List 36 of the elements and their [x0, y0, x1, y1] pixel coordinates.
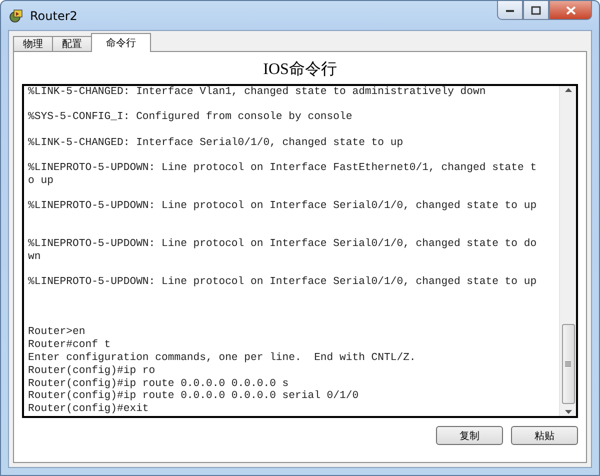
minimize-icon — [505, 7, 515, 13]
grip-icon — [565, 361, 571, 367]
console-line: %LINEPROTO-5-UPDOWN: Line protocol on Interface Serial0/1/0, changed state to up — [28, 276, 538, 289]
console-line: %LINK-5-CHANGED: Interface Vlan1, changed state to administratively down — [28, 86, 487, 99]
console-line: Router(config)#ip ro — [28, 364, 156, 378]
close-icon — [566, 6, 576, 14]
console-line: %LINK-5-CHANGED: Interface Serial0/1/0, changed state to up — [28, 136, 404, 150]
scroll-thumb[interactable] — [562, 324, 574, 404]
console-line: %LINEPROTO-5-UPDOWN: Line protocol on Interface Serial0/1/0, changed state to up — [28, 200, 538, 213]
action-button[interactable]: 粘贴 — [511, 426, 578, 445]
app-icon — [8, 8, 24, 24]
console-line: %LINEPROTO-5-UPDOWN: Line protocol on Interface Serial0/1/0, changed state to do — [28, 238, 538, 251]
scrollbar[interactable] — [559, 86, 576, 416]
maximize-button[interactable] — [523, 1, 549, 20]
scroll-down-icon[interactable] — [564, 410, 572, 414]
tab[interactable]: 配置 — [52, 36, 92, 52]
console-line: Router#conf t — [28, 339, 112, 352]
console-line: Enter configuration commands, one per line. End with CNTL/Z. — [28, 352, 417, 365]
console-line: Router(config)#ip route 0.0.0.0 0.0.0.0 s — [28, 378, 290, 390]
console-line: wn — [28, 250, 42, 264]
maximize-icon — [531, 6, 541, 14]
console-line: %SYS-5-CONFIG_I: Configured from console by console — [28, 111, 354, 124]
console-line: o up — [28, 174, 54, 188]
tab[interactable]: 物理 — [13, 36, 53, 52]
console-line: Router>en — [28, 326, 86, 339]
close-button[interactable] — [549, 1, 592, 20]
tab[interactable]: 命令行 — [91, 33, 151, 52]
window-title: Router2 — [30, 8, 78, 22]
console-line: Router(config)#ip route 0.0.0.0 0.0.0.0 serial 0/1/0 — [28, 390, 360, 403]
panel-heading: IOS命令行 — [262, 60, 338, 80]
action-button[interactable]: 复制 — [436, 426, 503, 445]
console-line: %LINEPROTO-5-UPDOWN: Line protocol on Interface FastEthernet0/1, changed state t — [28, 162, 538, 175]
terminal-console[interactable] — [22, 84, 578, 418]
minimize-button[interactable] — [497, 1, 523, 20]
scroll-up-icon[interactable] — [564, 88, 572, 92]
console-line: Router(config)#exit — [28, 403, 150, 416]
